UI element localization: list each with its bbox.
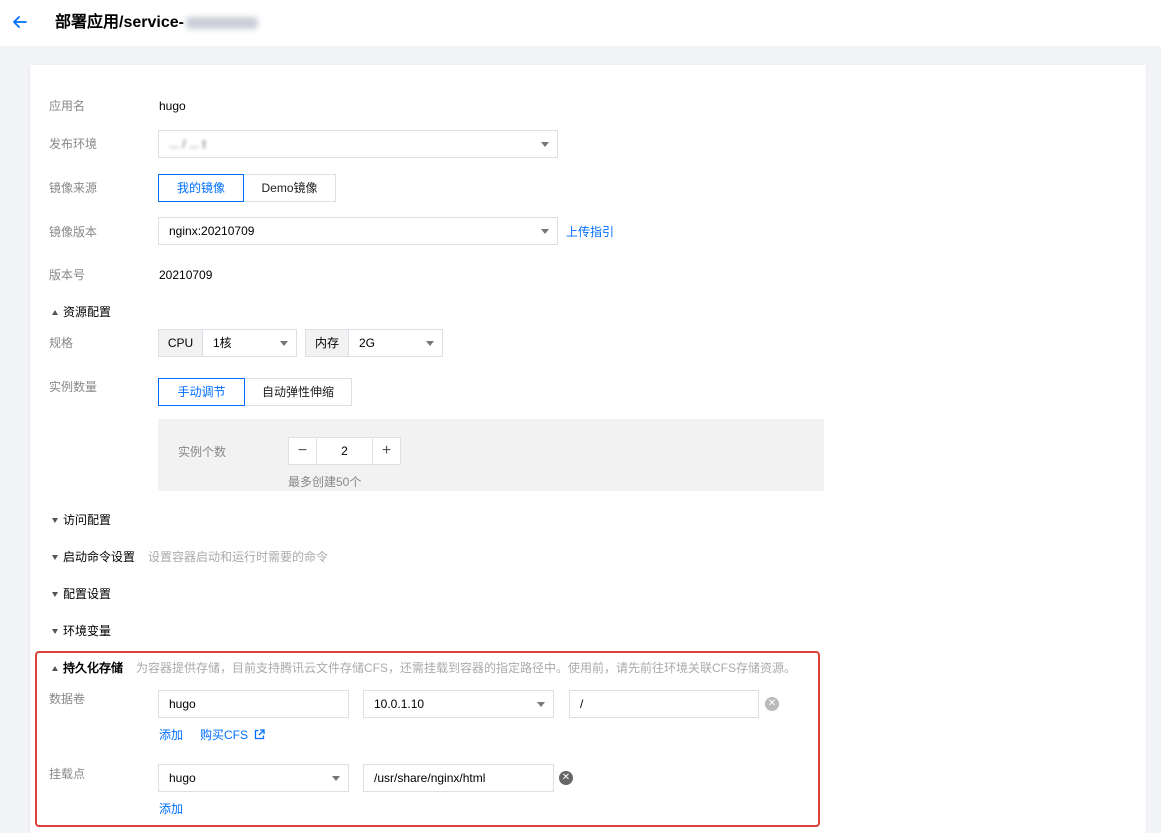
resource-section-label: 资源配置 xyxy=(63,305,112,319)
image-source-label: 镜像来源 xyxy=(49,181,98,195)
env-var-section-toggle[interactable]: 环境变量 xyxy=(52,624,111,638)
chevron-down-icon xyxy=(280,341,288,346)
chevron-down-icon xyxy=(332,776,340,781)
storage-section-toggle[interactable]: 持久化存储 xyxy=(52,661,123,675)
mount-volume-select[interactable]: hugo xyxy=(158,764,349,792)
buy-cfs-link[interactable]: 购买CFS xyxy=(200,728,266,742)
env-value: ... / ... t xyxy=(169,137,206,151)
data-volume-ip-value: 10.0.1.10 xyxy=(374,697,425,711)
env-label: 发布环境 xyxy=(49,137,98,151)
increment-button[interactable]: + xyxy=(372,437,401,465)
spec-label: 规格 xyxy=(49,336,74,350)
memory-value: 2G xyxy=(359,336,376,350)
back-button[interactable] xyxy=(11,13,29,31)
chevron-down-icon xyxy=(541,142,549,147)
env-var-section-label: 环境变量 xyxy=(63,624,112,638)
app-name-label: 应用名 xyxy=(49,99,86,113)
page-title-text: 部署应用/service- xyxy=(55,14,184,31)
startup-section-label: 启动命令设置 xyxy=(63,550,136,564)
storage-section-label: 持久化存储 xyxy=(63,661,124,675)
caret-down-icon xyxy=(52,518,58,524)
storage-section-hint: 为容器提供存储，目前支持腾讯云文件存储CFS，还需挂载到容器的指定路径中。使用前… xyxy=(136,661,797,675)
cpu-value: 1核 xyxy=(213,336,232,350)
instance-count-label: 实例数量 xyxy=(49,380,98,394)
redacted-service-id xyxy=(185,16,258,29)
page-gutter xyxy=(1147,65,1161,833)
max-instances-hint: 最多创建50个 xyxy=(288,475,362,489)
instance-mode-auto[interactable]: 自动弹性伸缩 xyxy=(244,378,352,406)
image-source-demo[interactable]: Demo镜像 xyxy=(243,174,336,202)
page-title: 部署应用/service- xyxy=(55,13,258,33)
env-select[interactable]: ... / ... t xyxy=(158,130,558,158)
cpu-addon: CPU xyxy=(158,329,203,357)
app-name-value: hugo xyxy=(159,99,186,113)
resource-section-toggle[interactable]: 资源配置 xyxy=(52,305,111,319)
instance-number-label: 实例个数 xyxy=(178,445,227,459)
version-no-value: 20210709 xyxy=(159,268,213,282)
add-mount-link[interactable]: 添加 xyxy=(159,802,183,816)
instance-number-input[interactable]: 2 xyxy=(316,437,373,465)
remove-mount-icon[interactable]: ✕ xyxy=(559,771,573,785)
add-volume-link[interactable]: 添加 xyxy=(159,728,183,742)
decrement-button[interactable]: − xyxy=(288,437,317,465)
remove-volume-icon[interactable]: ✕ xyxy=(765,697,779,711)
data-volume-label: 数据卷 xyxy=(49,692,86,706)
startup-section-hint: 设置容器启动和运行时需要的命令 xyxy=(148,550,329,564)
external-link-icon xyxy=(255,729,266,740)
caret-down-icon xyxy=(52,592,58,598)
data-volume-path-input[interactable]: / xyxy=(569,690,759,718)
cpu-select[interactable]: 1核 xyxy=(202,329,297,357)
chevron-down-icon xyxy=(537,702,545,707)
data-volume-name-input[interactable]: hugo xyxy=(158,690,349,718)
mount-path-input[interactable]: /usr/share/nginx/html xyxy=(363,764,554,792)
access-section-toggle[interactable]: 访问配置 xyxy=(52,513,111,527)
upload-guide-link[interactable]: 上传指引 xyxy=(566,225,614,239)
chevron-down-icon xyxy=(426,341,434,346)
image-version-value: nginx:20210709 xyxy=(169,224,255,238)
memory-addon: 内存 xyxy=(305,329,349,357)
chevron-down-icon xyxy=(541,229,549,234)
instance-mode-manual[interactable]: 手动调节 xyxy=(158,378,245,406)
image-source-my-images[interactable]: 我的镜像 xyxy=(158,174,244,202)
config-section-toggle[interactable]: 配置设置 xyxy=(52,587,111,601)
caret-up-icon xyxy=(52,666,58,672)
image-version-select[interactable]: nginx:20210709 xyxy=(158,217,558,245)
caret-down-icon xyxy=(52,555,58,561)
instance-count-panel xyxy=(158,419,824,491)
data-volume-ip-select[interactable]: 10.0.1.10 xyxy=(363,690,554,718)
page-header: 部署应用/service- xyxy=(0,0,1161,46)
version-no-label: 版本号 xyxy=(49,268,86,282)
buy-cfs-label: 购买CFS xyxy=(200,728,249,742)
memory-select[interactable]: 2G xyxy=(348,329,443,357)
mount-point-label: 挂载点 xyxy=(49,767,86,781)
access-section-label: 访问配置 xyxy=(63,513,112,527)
caret-up-icon xyxy=(52,310,58,316)
mount-volume-value: hugo xyxy=(169,771,196,785)
config-section-label: 配置设置 xyxy=(63,587,112,601)
caret-down-icon xyxy=(52,629,58,635)
arrow-left-icon xyxy=(13,16,27,28)
image-version-label: 镜像版本 xyxy=(49,225,98,239)
startup-section-toggle[interactable]: 启动命令设置 xyxy=(52,550,135,564)
